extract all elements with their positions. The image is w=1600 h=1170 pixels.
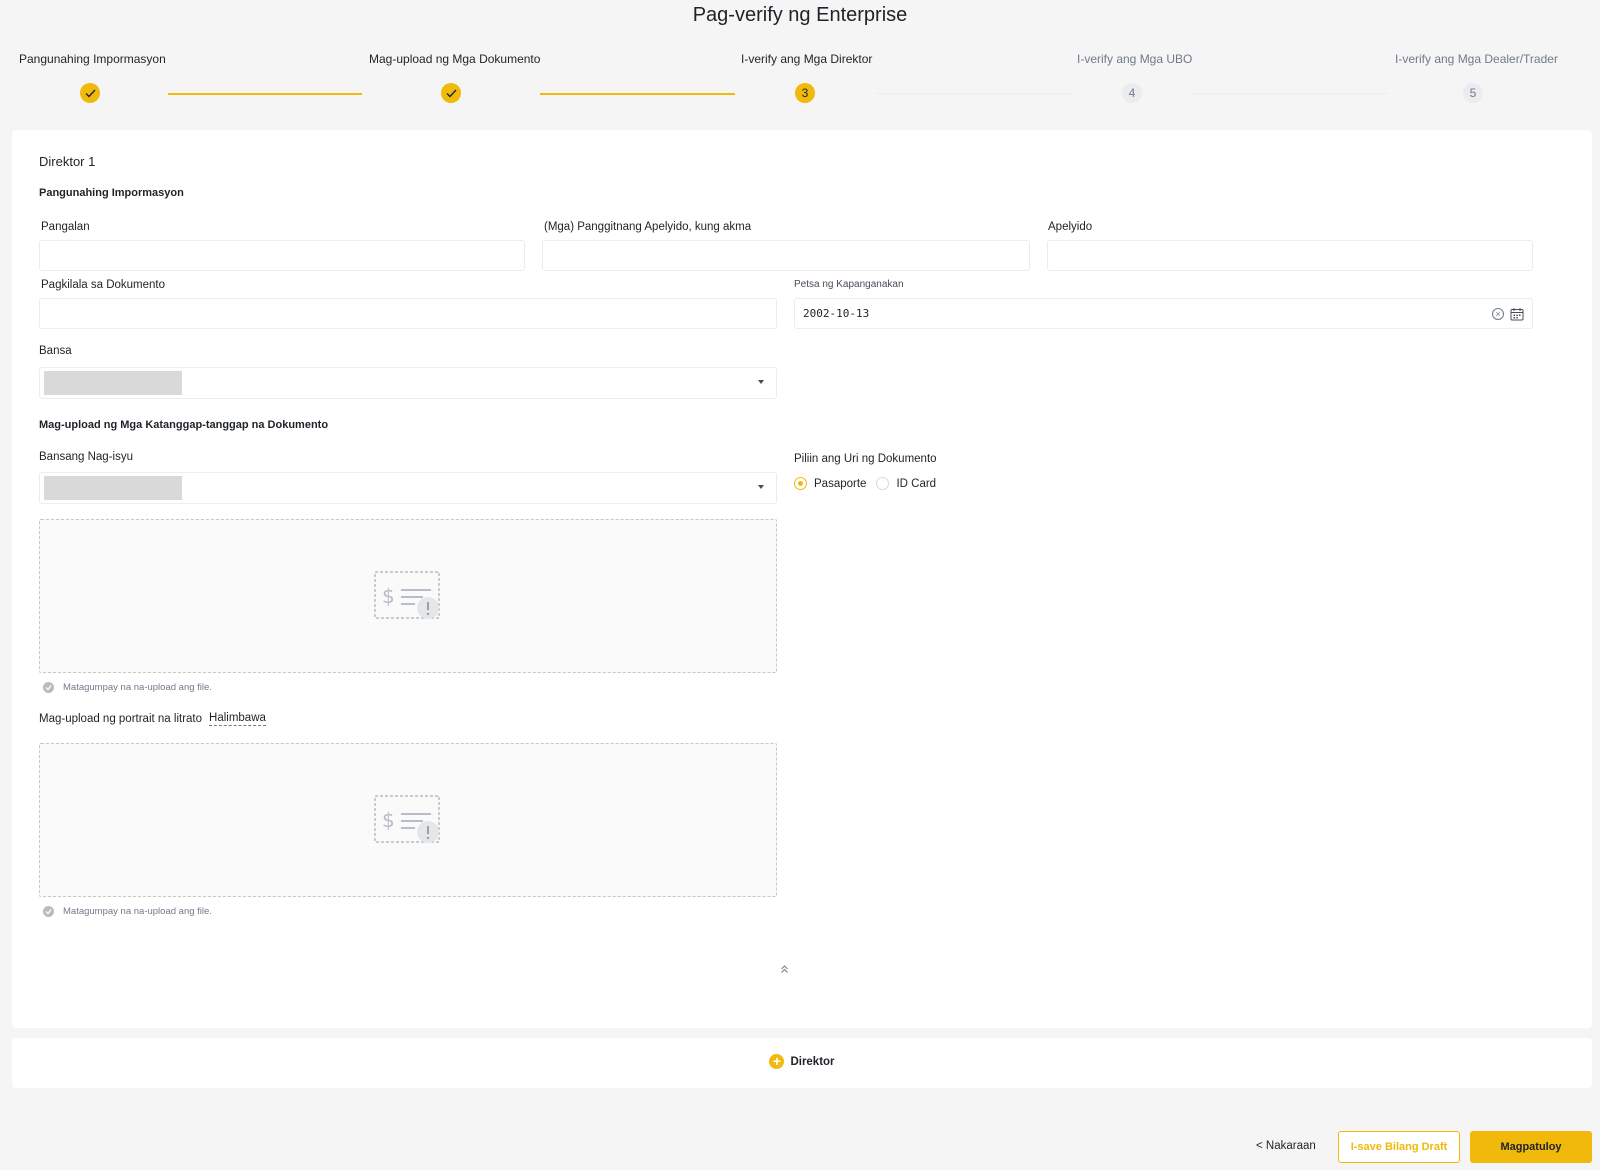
country-select[interactable] (39, 367, 777, 399)
plus-icon: + (769, 1054, 785, 1069)
document-upload-dropzone[interactable]: $ (39, 519, 777, 673)
check-icon (85, 89, 96, 98)
step-connector-4 (1194, 93, 1388, 94)
portrait-upload-header: Mag-upload ng portrait na litrato Halimb… (39, 712, 266, 726)
birth-date-picker[interactable]: 2002-10-13 × (794, 298, 1533, 329)
issuing-country-label: Bansang Nag-isyu (39, 451, 133, 463)
step-label-upload-documents[interactable]: Mag-upload ng Mga Dokumento (369, 52, 540, 66)
director-title: Direktor 1 (39, 154, 96, 169)
radio-id-card-label[interactable]: ID Card (896, 478, 936, 490)
page-title: Pag-verify ng Enterprise (692, 4, 908, 26)
add-director-card: + Direktor (12, 1038, 1592, 1088)
radio-id-card[interactable] (876, 477, 890, 490)
basic-info-title: Pangunahing Impormasyon (39, 187, 184, 199)
step-2-circle[interactable] (441, 83, 461, 103)
first-name-input[interactable] (39, 240, 525, 271)
step-5-circle[interactable]: 5 (1463, 83, 1483, 103)
example-link[interactable]: Halimbawa (209, 712, 266, 726)
director-card: Direktor 1 Pangunahing Impormasyon Panga… (12, 130, 1592, 1028)
middle-name-label: (Mga) Panggitnang Apelyido, kung akma (544, 221, 752, 233)
middle-name-input[interactable] (542, 240, 1030, 271)
issuing-country-select[interactable] (39, 472, 777, 504)
save-draft-button[interactable]: I-save Bilang Draft (1338, 1131, 1460, 1163)
birth-date-label: Petsa ng Kapanganakan (794, 279, 904, 290)
doc-type-label: Piliin ang Uri ng Dokumento (794, 453, 937, 465)
radio-passport-label[interactable]: Pasaporte (814, 478, 866, 490)
success-icon (43, 906, 54, 917)
add-director-button[interactable]: + Direktor (12, 1054, 1592, 1069)
svg-text:$: $ (382, 808, 395, 832)
calendar-icon[interactable] (1510, 307, 1524, 321)
success-icon (43, 682, 54, 693)
portrait-upload-status-text: Matagumpay na na-upload ang file. (63, 906, 212, 917)
step-label-verify-ubo[interactable]: I-verify ang Mga UBO (1077, 52, 1192, 66)
chevron-down-icon (758, 380, 764, 384)
issuing-country-select-value (44, 476, 182, 500)
portrait-upload-label: Mag-upload ng portrait na litrato (39, 713, 203, 725)
upload-section-title: Mag-upload ng Mga Katanggap-tanggap na D… (39, 419, 329, 431)
chevron-down-icon (758, 485, 764, 489)
stepper: Pangunahing Impormasyon Mag-upload ng Mg… (0, 50, 1600, 110)
last-name-input[interactable] (1047, 240, 1533, 271)
document-upload-icon: $ (374, 571, 440, 619)
portrait-upload-dropzone[interactable]: $ (39, 743, 777, 897)
svg-text:$: $ (382, 584, 395, 608)
step-3-circle[interactable]: 3 (795, 83, 815, 103)
radio-passport[interactable] (794, 477, 807, 490)
step-label-basic-info[interactable]: Pangunahing Impormasyon (19, 52, 166, 66)
add-director-label: Direktor (790, 1055, 835, 1068)
country-label: Bansa (39, 345, 72, 357)
collapse-up-icon[interactable] (780, 964, 789, 974)
step-connector-1 (168, 93, 362, 95)
step-4-circle[interactable]: 4 (1122, 83, 1142, 103)
step-connector-2 (540, 93, 735, 95)
portrait-upload-status: Matagumpay na na-upload ang file. (43, 906, 212, 917)
previous-button[interactable]: < Nakaraan (1256, 1140, 1316, 1152)
step-connector-3 (876, 93, 1071, 94)
birth-date-value: 2002-10-13 (803, 307, 870, 320)
document-id-input[interactable] (39, 298, 777, 329)
document-upload-status: Matagumpay na na-upload ang file. (43, 682, 212, 693)
last-name-label: Apelyido (1048, 221, 1093, 233)
continue-button[interactable]: Magpatuloy (1470, 1131, 1592, 1163)
first-name-label: Pangalan (41, 221, 90, 233)
doc-type-radio-group: Pasaporte ID Card (794, 477, 936, 490)
country-select-value (44, 371, 182, 395)
step-1-circle[interactable] (80, 83, 100, 103)
check-icon (446, 89, 457, 98)
document-upload-status-text: Matagumpay na na-upload ang file. (63, 682, 212, 693)
document-id-label: Pagkilala sa Dokumento (41, 279, 166, 291)
step-label-verify-dealers[interactable]: I-verify ang Mga Dealer/Trader (1395, 52, 1558, 66)
document-upload-icon: $ (374, 795, 440, 843)
step-label-verify-directors[interactable]: I-verify ang Mga Direktor (741, 52, 872, 66)
clear-icon[interactable]: × (1492, 308, 1504, 320)
